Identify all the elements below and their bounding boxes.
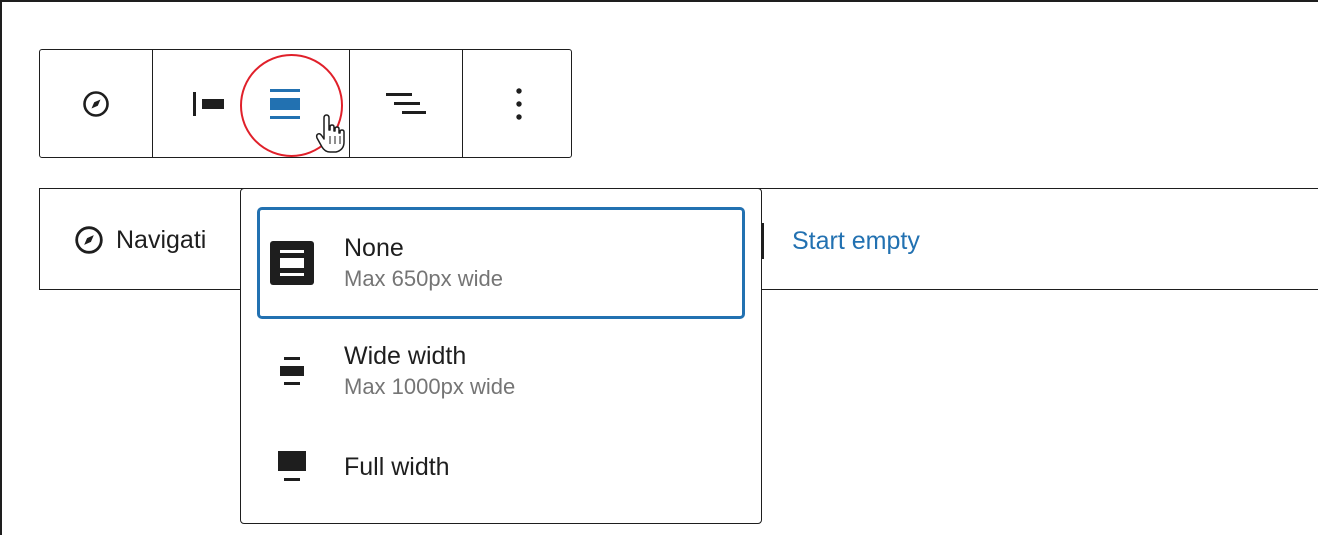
menu-item-title: None — [344, 234, 404, 262]
toolbar-group-justify — [349, 50, 462, 157]
navigation-label-text: Navigati — [116, 225, 207, 254]
navigation-compass-icon — [74, 225, 104, 255]
none-width-icon — [260, 237, 324, 289]
align-left-icon — [189, 90, 233, 118]
navigation-block-button[interactable] — [40, 50, 152, 157]
full-width-icon — [260, 447, 324, 487]
menu-item-subtitle: Max 1000px wide — [344, 374, 516, 399]
alignment-dropdown-menu: None Max 650px wide Wide width Max 1000p… — [240, 188, 762, 524]
justify-right-icon — [384, 89, 428, 119]
navigation-label: Navigati — [74, 225, 206, 255]
more-options-button[interactable] — [463, 50, 574, 157]
toolbar-group-more — [462, 50, 574, 157]
toolbar-group-align — [152, 50, 349, 157]
navigation-compass-icon — [82, 90, 110, 118]
menu-item-subtitle: Max 650px wide — [344, 266, 503, 291]
menu-item-title: Wide width — [344, 342, 467, 370]
menu-item-full-width[interactable]: Full width — [257, 437, 745, 497]
menu-item-title: Full width — [344, 453, 450, 481]
align-left-button[interactable] — [153, 50, 239, 157]
menu-item-wide-width[interactable]: Wide width Max 1000px wide — [257, 327, 745, 415]
wide-width-icon — [260, 351, 324, 391]
menu-item-none[interactable]: None Max 650px wide — [257, 207, 745, 319]
block-toolbar — [39, 49, 572, 158]
more-vertical-icon — [515, 87, 523, 121]
align-center-icon — [267, 86, 303, 122]
start-empty-button[interactable]: Start empty — [792, 227, 920, 256]
justify-button[interactable] — [350, 50, 462, 157]
editor-canvas: Navigati Start empty None Max 650px wide — [0, 0, 1318, 535]
align-center-button[interactable] — [239, 50, 349, 157]
toolbar-group-block — [40, 50, 152, 157]
